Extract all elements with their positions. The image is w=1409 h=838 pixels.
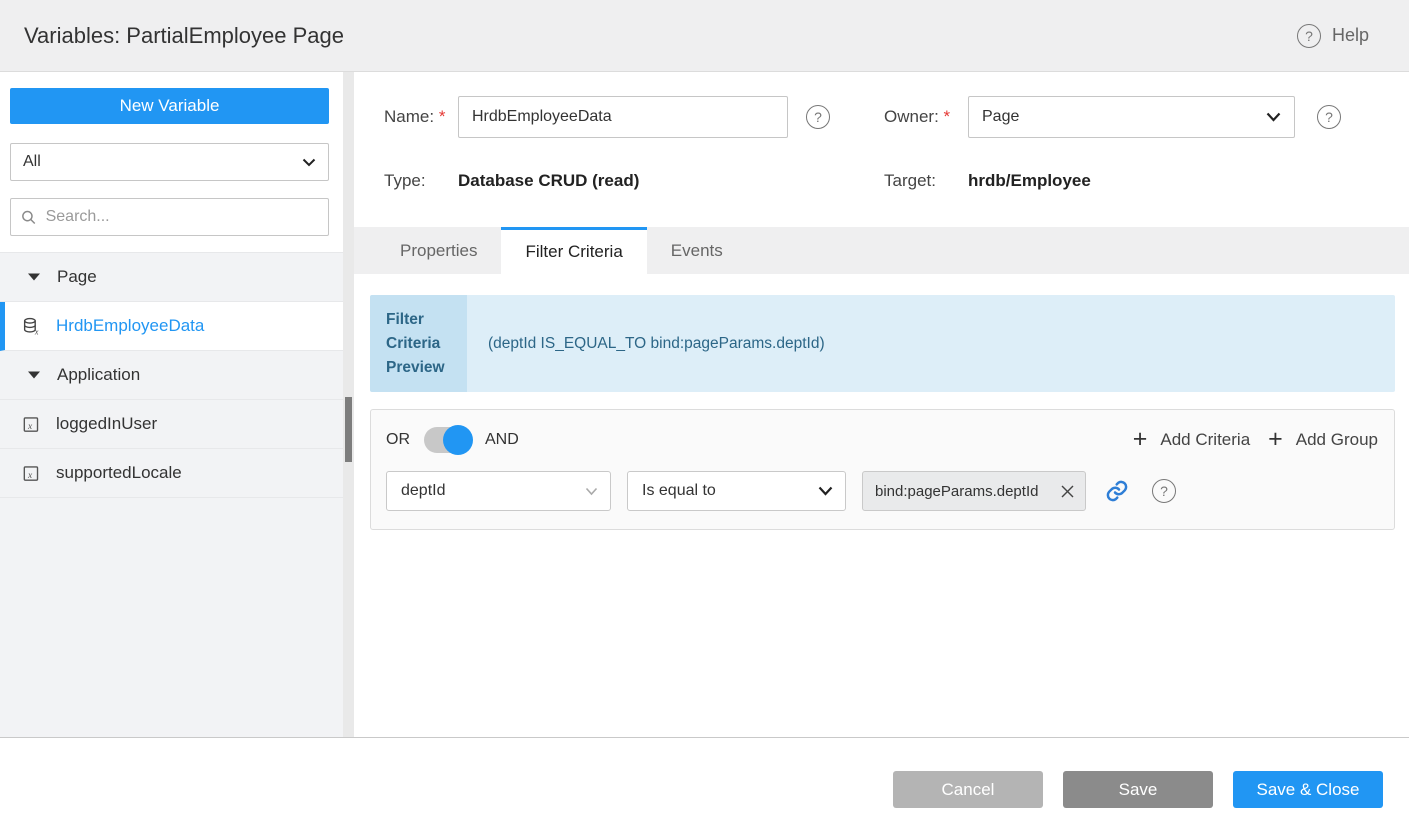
name-label: Name: * (384, 107, 458, 127)
scrollbar-thumb[interactable] (345, 397, 352, 462)
help-circle-icon: ? (1297, 24, 1321, 48)
criteria-value-chip[interactable]: bind:pageParams.deptId (862, 471, 1086, 511)
new-variable-button[interactable]: New Variable (10, 88, 329, 124)
chevron-down-icon (1266, 112, 1281, 122)
type-label: Type: (384, 171, 458, 191)
required-asterisk: * (944, 107, 951, 126)
logic-toggle[interactable] (424, 427, 471, 453)
help-button[interactable]: ? Help (1297, 24, 1369, 48)
tree-item-label: supportedLocale (56, 463, 182, 483)
variable-editor-panel: Name: * ? Owner: * Page (354, 72, 1409, 737)
variable-type-filter-dropdown[interactable]: All (10, 143, 329, 181)
preview-label: Filter Criteria Preview (370, 295, 467, 392)
tree-item-label: HrdbEmployeeData (56, 316, 204, 336)
toggle-knob (443, 425, 473, 455)
tree-item-supportedlocale[interactable]: x supportedLocale (0, 449, 343, 498)
required-asterisk: * (439, 107, 446, 126)
criteria-field-value: deptId (401, 482, 445, 500)
logic-or-label[interactable]: OR (386, 431, 410, 449)
type-value: Database CRUD (read) (458, 171, 639, 191)
criteria-condition-select[interactable]: Is equal to (627, 471, 846, 511)
help-label: Help (1332, 25, 1369, 46)
triangle-down-icon (28, 371, 40, 379)
logic-and-label[interactable]: AND (485, 431, 519, 449)
filter-dropdown-value: All (23, 153, 41, 171)
close-icon[interactable] (1059, 483, 1076, 500)
owner-help-icon[interactable]: ? (1317, 105, 1341, 129)
search-input[interactable] (46, 208, 318, 226)
name-field[interactable] (458, 96, 788, 138)
owner-select[interactable]: Page (968, 96, 1295, 138)
page-title: Variables: PartialEmployee Page (24, 23, 344, 49)
preview-value: (deptId IS_EQUAL_TO bind:pageParams.dept… (467, 295, 1395, 392)
sidebar-scrollbar[interactable] (343, 72, 354, 737)
add-group-button[interactable]: + Add Group (1268, 428, 1378, 453)
criteria-value-text: bind:pageParams.deptId (875, 483, 1038, 500)
tree-group-page[interactable]: Page (0, 253, 343, 302)
tree-item-loggedinuser[interactable]: x loggedInUser (0, 400, 343, 449)
plus-icon: + (1133, 427, 1148, 452)
owner-select-value: Page (982, 108, 1019, 126)
target-label: Target: (884, 171, 968, 191)
criteria-builder: OR AND + Add Criteria (370, 409, 1395, 530)
sidebar-controls: New Variable All (0, 72, 343, 252)
svg-text:x: x (27, 421, 33, 431)
filter-criteria-tab-content: Filter Criteria Preview (deptId IS_EQUAL… (354, 274, 1409, 530)
static-variable-icon: x (22, 415, 41, 434)
tree-group-label: Page (57, 267, 97, 287)
filter-criteria-preview: Filter Criteria Preview (deptId IS_EQUAL… (370, 295, 1395, 392)
variable-tree: Page x HrdbEmployeeData Applicatio (0, 252, 343, 498)
criteria-help-icon[interactable]: ? (1152, 479, 1176, 503)
name-help-icon[interactable]: ? (806, 105, 830, 129)
variable-search[interactable] (10, 198, 329, 236)
editor-tabs: Properties Filter Criteria Events (354, 227, 1409, 274)
variables-dialog: Variables: PartialEmployee Page ? Help N… (0, 0, 1409, 838)
tree-group-label: Application (57, 365, 140, 385)
tab-events[interactable]: Events (647, 227, 747, 274)
tab-filter-criteria[interactable]: Filter Criteria (501, 227, 646, 274)
tree-item-label: loggedInUser (56, 414, 157, 434)
triangle-down-icon (28, 273, 40, 281)
criteria-field-select[interactable]: deptId (386, 471, 611, 511)
logic-operator-group: OR AND (386, 427, 519, 453)
search-icon (21, 209, 37, 226)
tree-group-application[interactable]: Application (0, 351, 343, 400)
chevron-down-icon (585, 487, 598, 496)
bind-link-icon[interactable] (1105, 479, 1129, 503)
svg-text:x: x (34, 327, 39, 336)
criteria-condition-value: Is equal to (642, 482, 716, 500)
tab-properties[interactable]: Properties (376, 227, 501, 274)
dialog-footer: Cancel Save Save & Close (0, 737, 1409, 838)
save-button[interactable]: Save (1063, 771, 1213, 808)
plus-icon: + (1268, 427, 1283, 452)
chevron-down-icon (818, 486, 833, 496)
chevron-down-icon (302, 158, 316, 167)
save-close-button[interactable]: Save & Close (1233, 771, 1383, 808)
criteria-row: deptId Is equal to bind:pa (386, 471, 1378, 511)
target-value: hrdb/Employee (968, 171, 1091, 191)
static-variable-icon: x (22, 464, 41, 483)
svg-text:x: x (27, 470, 33, 480)
variable-form: Name: * ? Owner: * Page (354, 72, 1409, 191)
variables-sidebar: New Variable All (0, 72, 343, 737)
database-variable-icon: x (22, 317, 41, 336)
owner-label: Owner: * (884, 107, 968, 127)
add-criteria-button[interactable]: + Add Criteria (1133, 428, 1250, 453)
tree-item-hrdbemployeedata[interactable]: x HrdbEmployeeData (0, 302, 343, 351)
dialog-header: Variables: PartialEmployee Page ? Help (0, 0, 1409, 72)
cancel-button[interactable]: Cancel (893, 771, 1043, 808)
